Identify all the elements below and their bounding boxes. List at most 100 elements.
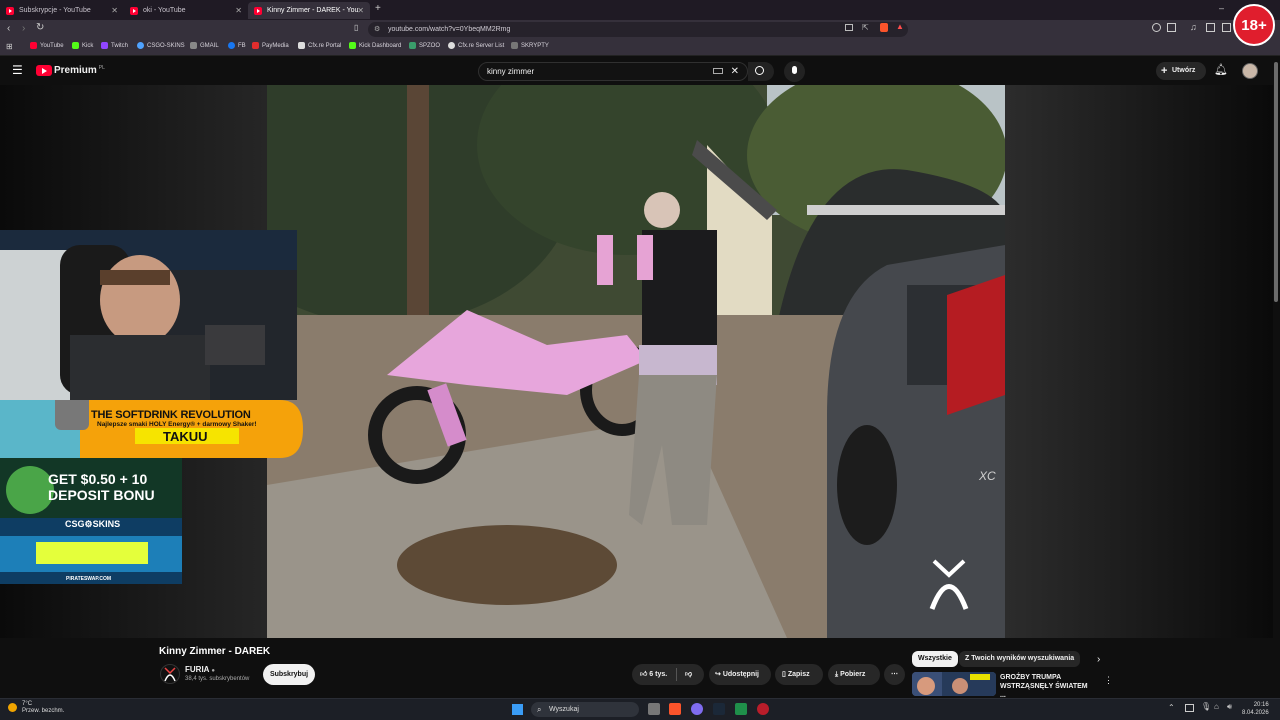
weather-widget[interactable]: 7°C Przew. bezchm. [8, 701, 64, 715]
cfx-icon [298, 42, 305, 49]
bookmark-label: Cfx.re Portal [308, 42, 342, 49]
sponsor2-footer: PIRATESWAP.COM [66, 576, 112, 582]
tab-close-icon[interactable]: ✕ [357, 6, 364, 15]
logo-text: Premium [54, 65, 97, 76]
search-button[interactable] [748, 62, 774, 81]
bookmark-kick-dashboard[interactable]: Kick Dashboard [349, 42, 401, 49]
rec-more-options-icon[interactable]: ⋮ [1104, 675, 1113, 686]
create-button[interactable]: + Utwórz [1156, 62, 1206, 80]
thumbs-down-icon: 👎︎ [685, 671, 693, 678]
bookmark-label: FB [238, 42, 246, 49]
excel-icon[interactable] [735, 703, 747, 715]
new-tab-button[interactable]: + [375, 3, 381, 14]
more-actions-button[interactable]: ⋯ [884, 664, 905, 685]
apps-grid-icon[interactable]: ⊞ [6, 42, 13, 51]
car-badge: XC [979, 469, 996, 483]
microphone-icon[interactable]: 🎙︎ [1201, 702, 1211, 711]
chips-next-icon[interactable]: › [1097, 654, 1100, 665]
bookmark-cfx-server-list[interactable]: Cfx.re Server List [448, 42, 504, 49]
chip-from-search[interactable]: Z Twoich wyników wyszukiwania [959, 651, 1081, 667]
volume-icon[interactable]: 🔊︎ [1227, 702, 1232, 712]
dislike-button[interactable]: 👎︎ [685, 664, 692, 685]
video-player[interactable]: XC [267, 85, 1005, 638]
youtube-premium-logo[interactable]: Premium PL [36, 65, 105, 76]
share-label: Udostępnij [722, 671, 759, 678]
site-info-icon[interactable]: ⚙ [374, 22, 380, 37]
extension-icon[interactable] [1152, 23, 1161, 32]
spzoo-icon [409, 42, 416, 49]
like-button[interactable]: 👍︎ 6 tys. [640, 671, 667, 678]
bookmark-youtube[interactable]: YouTube [30, 42, 64, 49]
holy-energy-sponsor-banner: THE SOFTDRINK REVOLUTION Najlepsze smaki… [0, 400, 303, 458]
channel-avatar[interactable] [160, 664, 180, 684]
back-arrow-icon[interactable]: ‹ [7, 23, 10, 34]
system-clock[interactable]: 20:16 8.04.2026 [1242, 701, 1269, 717]
bookmark-csgo-skins[interactable]: CSGO-SKINS [137, 42, 185, 49]
reload-icon[interactable]: ↻ [36, 22, 44, 33]
bookmark-spzoo[interactable]: SPZOO [409, 42, 440, 49]
microphone-icon [792, 66, 797, 74]
video-title: Kinny Zimmer - DAREK [159, 646, 271, 657]
rewards-triangle-icon[interactable]: ▲ [896, 22, 904, 31]
taskbar-search[interactable]: ⌕ Wyszukaj [531, 702, 639, 717]
forward-arrow-icon[interactable]: › [22, 23, 25, 34]
brave-browser-icon[interactable] [669, 703, 681, 715]
app-icon[interactable] [757, 703, 769, 715]
brave-shield-icon[interactable] [880, 23, 888, 32]
tab-active-video[interactable]: Kinny Zimmer - DAREK - You ✕ [248, 2, 370, 19]
download-button[interactable]: ⤓ Pobierz [828, 664, 880, 685]
browser-address-bar: ‹ › ↻ ▯ ⚙ youtube.com/watch?v=0YbeqMM2Rm… [0, 20, 1280, 39]
share-button[interactable]: ↪ Udostępnij [709, 664, 771, 685]
subscribe-button[interactable]: Subskrybuj [263, 664, 315, 685]
minimize-icon[interactable]: – [1219, 3, 1224, 13]
wallet-icon[interactable] [1222, 23, 1231, 32]
tab-subscriptions[interactable]: Subskrypcje - YouTube ✕ [0, 2, 124, 19]
chip-all[interactable]: Wszystkie [912, 651, 958, 667]
clear-search-icon[interactable]: ✕ [731, 63, 739, 80]
tab-close-icon[interactable]: ✕ [235, 6, 242, 15]
browser-tab-bar: Subskrypcje - YouTube ✕ oki - YouTube ✕ … [0, 0, 1280, 20]
search-input[interactable]: kinny zimmer ✕ [478, 62, 748, 81]
tab-title: oki - YouTube [143, 7, 186, 14]
user-avatar[interactable] [1242, 63, 1258, 79]
extension-icon[interactable] [1167, 23, 1176, 32]
furia-logo-icon [164, 667, 176, 682]
age-rating-badge: 18+ [1233, 4, 1275, 46]
tab-oki[interactable]: oki - YouTube ✕ [124, 2, 248, 19]
bookmark-skrypty[interactable]: SKRYPTY [511, 42, 549, 49]
notifications-bell-icon[interactable]: 🔔︎ [1214, 63, 1228, 76]
media-control-icon[interactable]: ♫ [1190, 22, 1197, 32]
bookmark-kick[interactable]: Kick [72, 42, 93, 49]
bookmark-twitch[interactable]: Twitch [101, 42, 128, 49]
task-view-icon[interactable] [648, 703, 660, 715]
steam-icon[interactable] [713, 703, 725, 715]
search-icon [755, 66, 764, 75]
tray-app-icon[interactable] [1185, 704, 1194, 712]
recommended-video-title[interactable]: GROŹBY TRUMPA WSTRZĄSNĘŁY ŚWIATEM ... [1000, 673, 1095, 700]
tab-title: Subskrypcje - YouTube [19, 7, 91, 14]
network-icon[interactable]: ⌂ [1214, 702, 1219, 711]
kick-icon [72, 42, 79, 49]
folder-icon [511, 42, 518, 49]
bookmark-fb[interactable]: FB [228, 42, 246, 49]
recommended-video-thumbnail[interactable] [912, 672, 996, 696]
save-button[interactable]: ▯ Zapisz [775, 664, 823, 685]
share-icon[interactable]: ⇱ [862, 23, 869, 32]
page-scrollbar[interactable] [1274, 62, 1278, 302]
cast-icon[interactable] [845, 24, 853, 31]
bookmark-gmail[interactable]: GMAIL [190, 42, 219, 49]
voice-search-button[interactable] [784, 61, 805, 82]
windows-start-icon[interactable] [512, 704, 523, 715]
url-field[interactable]: ⚙ youtube.com/watch?v=0YbeqMM2Rmg [368, 22, 908, 37]
keyboard-icon[interactable] [713, 68, 723, 74]
video-letterbox-right [1005, 85, 1273, 638]
hamburger-menu-icon[interactable]: ☰ [12, 63, 23, 77]
bookmark-cfx-portal[interactable]: Cfx.re Portal [298, 42, 341, 49]
bookmark-icon[interactable]: ▯ [354, 23, 358, 32]
discord-icon[interactable] [691, 703, 703, 715]
channel-name[interactable]: FURIA ● [185, 665, 215, 674]
tray-chevron-icon[interactable]: ⌃ [1168, 703, 1175, 712]
tab-close-icon[interactable]: ✕ [111, 6, 118, 15]
sidebar-toggle-icon[interactable] [1206, 23, 1215, 32]
bookmark-paymedia[interactable]: PayMedia [252, 42, 289, 49]
